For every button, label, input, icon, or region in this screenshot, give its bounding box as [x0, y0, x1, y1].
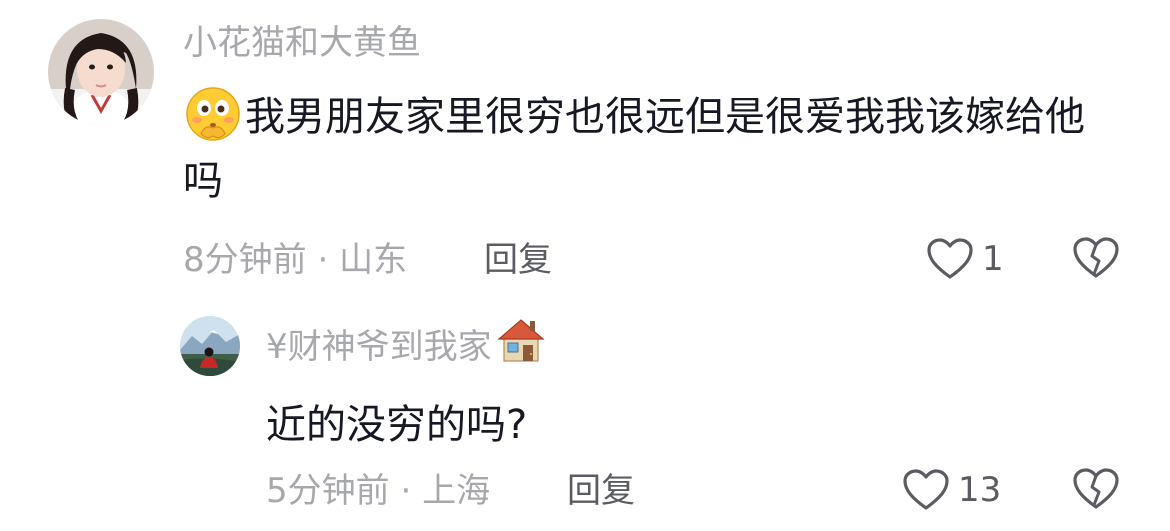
username[interactable]: ¥财神爷到我家: [266, 319, 546, 367]
avatar[interactable]: [180, 316, 240, 376]
shy-face-emoji: [183, 84, 243, 144]
heart-icon: [927, 238, 973, 279]
like-count: 1: [982, 239, 1004, 279]
house-emoji: [496, 315, 546, 365]
dislike-button[interactable]: [1072, 236, 1120, 284]
dislike-button[interactable]: [1072, 467, 1120, 515]
location: 山东: [339, 240, 408, 280]
broken-heart-icon: [1073, 237, 1119, 278]
meta-separator: ·: [400, 471, 412, 511]
comment-text: 近的没穷的吗?: [266, 402, 528, 448]
reply-button[interactable]: 回复: [484, 243, 552, 277]
avatar[interactable]: [48, 19, 154, 125]
timestamp: 5分钟前: [266, 471, 390, 511]
location: 上海: [422, 471, 491, 511]
like-count: 13: [958, 470, 1002, 510]
timestamp: 8分钟前: [183, 240, 307, 280]
like-button[interactable]: 13: [902, 467, 1001, 513]
username-text: ¥财神爷到我家: [266, 327, 492, 367]
comment-meta: 5分钟前 · 上海: [266, 474, 490, 508]
meta-separator: ·: [317, 240, 329, 280]
heart-icon: [903, 469, 949, 510]
user-avatar-image: [180, 316, 240, 376]
comment-text: 我男朋友家里很穷也很远但是很爱我我该嫁给他吗: [183, 85, 1103, 213]
reply-button[interactable]: 回复: [567, 474, 635, 508]
broken-heart-icon: [1073, 468, 1119, 509]
comment-text-content: 我男朋友家里很穷也很远但是很爱我我该嫁给他吗: [183, 94, 1085, 204]
like-button[interactable]: 1: [926, 236, 1004, 282]
user-avatar-image: [48, 19, 154, 125]
comment-meta: 8分钟前 · 山东: [183, 243, 407, 277]
username[interactable]: 小花猫和大黄鱼: [183, 26, 421, 60]
